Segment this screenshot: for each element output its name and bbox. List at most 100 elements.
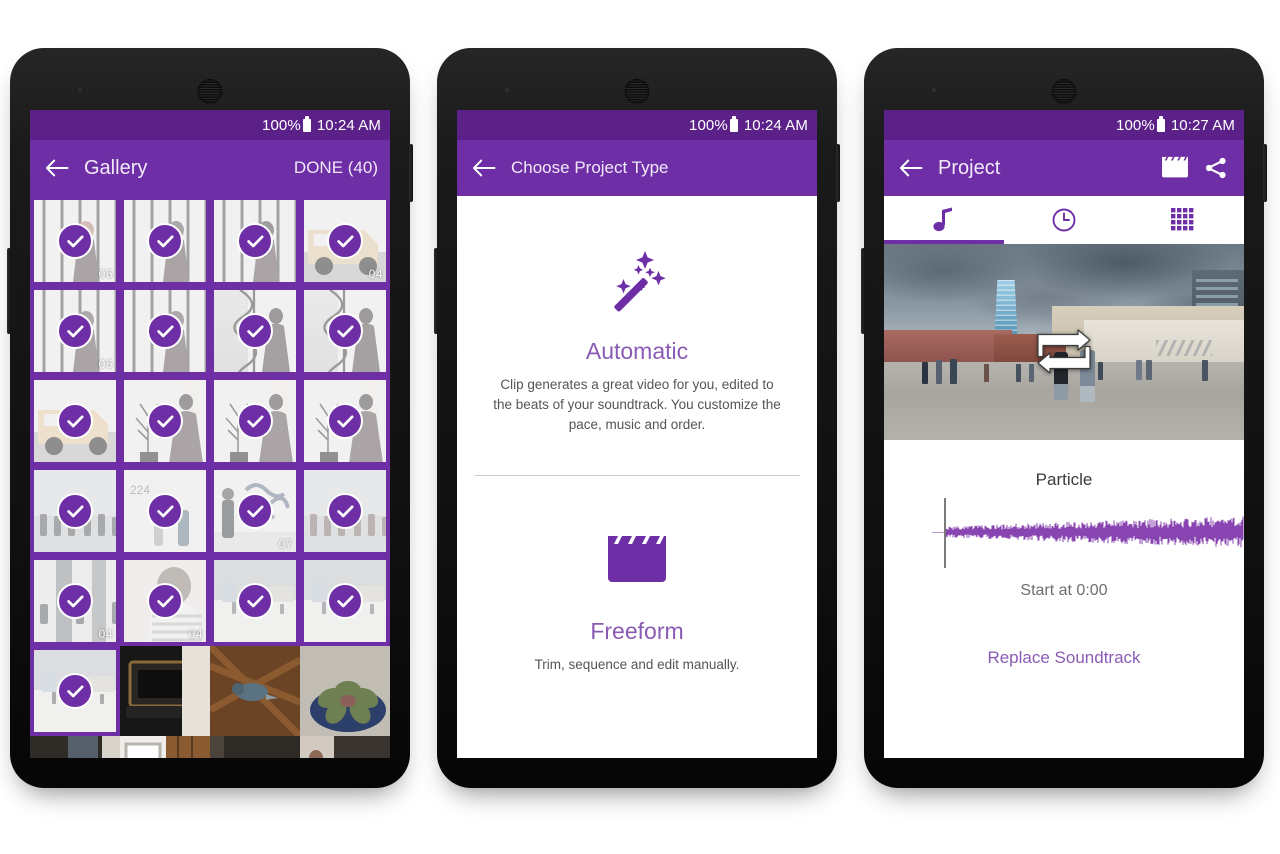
status-bar: 100% 10:27 AM (884, 110, 1244, 140)
gallery-thumbnail[interactable] (30, 646, 120, 736)
person-figure (984, 364, 989, 382)
power-button[interactable] (409, 144, 413, 202)
replace-soundtrack-button[interactable]: Replace Soundtrack (884, 648, 1244, 668)
clock-text: 10:27 AM (1170, 116, 1235, 134)
tab-timing[interactable] (1004, 196, 1124, 244)
person-figure-foreground (1054, 384, 1068, 400)
gallery-thumbnail[interactable]: 06 (30, 196, 120, 286)
screen-gallery: 100% 10:24 AM Gallery DONE (40) 06 04 06… (30, 110, 390, 758)
red-building (884, 330, 1012, 364)
selected-check-icon (147, 313, 183, 349)
gallery-thumbnail[interactable] (120, 196, 210, 286)
volume-button[interactable] (7, 248, 11, 334)
front-camera-icon (503, 86, 511, 94)
app-bar-project: Project (884, 140, 1244, 196)
status-bar: 100% 10:24 AM (457, 110, 817, 140)
gallery-thumbnail[interactable]: 04 (30, 556, 120, 646)
person-figure-foreground (1080, 386, 1095, 402)
start-time-label: Start at 0:00 (1020, 582, 1108, 599)
tab-clips[interactable] (1124, 196, 1244, 244)
gallery-thumbnail[interactable] (210, 196, 300, 286)
gallery-thumbnail[interactable] (300, 556, 390, 646)
battery-percent: 100% (689, 116, 728, 134)
project-type-options: Automatic Clip generates a great video f… (457, 196, 817, 758)
thumbnail-duration-badge: 04 (98, 627, 113, 641)
thumbnail-duration-badge: 06 (98, 357, 113, 371)
back-arrow-icon[interactable] (42, 153, 72, 183)
page-title: Gallery (84, 156, 148, 179)
tab-soundtrack[interactable] (884, 196, 1004, 244)
graffiti-marks (1156, 340, 1212, 356)
gallery-thumbnail[interactable] (300, 646, 390, 736)
selected-check-icon (57, 403, 93, 439)
selected-check-icon (327, 313, 363, 349)
gallery-thumbnail[interactable] (120, 736, 210, 758)
clapperboard-icon[interactable] (1158, 151, 1192, 185)
option-freeform[interactable]: Freeform Trim, sequence and edit manuall… (457, 520, 817, 675)
magic-wand-icon (457, 240, 817, 324)
thumbnail-duration-badge: 04 (188, 627, 203, 641)
waveform-graphic (944, 516, 1244, 548)
thumbnail-image (300, 646, 390, 736)
option-title: Automatic (585, 338, 689, 364)
thumbnail-image (30, 736, 120, 758)
gallery-thumbnail[interactable] (210, 556, 300, 646)
gallery-thumbnail[interactable] (30, 376, 120, 466)
thumbnail-image (210, 646, 300, 736)
front-camera-icon (930, 86, 938, 94)
thumbnail-duration-badge: 06 (98, 267, 113, 281)
phone-device-gallery: 100% 10:24 AM Gallery DONE (40) 06 04 06… (7, 48, 413, 788)
gallery-thumbnail[interactable]: 04 (120, 556, 210, 646)
option-automatic[interactable]: Automatic Clip generates a great video f… (457, 240, 817, 435)
svg-text:224: 224 (130, 483, 150, 497)
battery-full-icon (729, 116, 738, 132)
screenshot-stage: 100% 10:24 AM Gallery DONE (40) 06 04 06… (0, 0, 1280, 854)
gallery-thumbnail[interactable] (300, 286, 390, 376)
waveform-playhead[interactable] (944, 498, 946, 568)
page-title: Project (938, 156, 1001, 179)
gallery-thumbnail[interactable] (30, 466, 120, 556)
earpiece-speaker-icon (1051, 79, 1077, 104)
done-button[interactable]: DONE (40) (294, 158, 378, 178)
volume-button[interactable] (861, 248, 865, 334)
power-button[interactable] (836, 144, 840, 202)
video-preview[interactable] (884, 244, 1244, 440)
gallery-thumbnail[interactable] (210, 376, 300, 466)
earpiece-speaker-icon (197, 79, 223, 104)
back-arrow-icon[interactable] (896, 153, 926, 183)
gallery-thumbnail[interactable] (210, 286, 300, 376)
back-arrow-icon[interactable] (469, 153, 499, 183)
selected-check-icon (57, 493, 93, 529)
gallery-thumbnail[interactable] (120, 376, 210, 466)
share-icon[interactable] (1198, 151, 1232, 185)
person-figure (936, 360, 942, 384)
thumbnail-image (210, 736, 300, 758)
front-camera-icon (76, 86, 84, 94)
gallery-thumbnail[interactable] (120, 286, 210, 376)
gallery-thumbnail[interactable] (30, 736, 120, 758)
swap-arrows-icon[interactable] (1030, 328, 1098, 379)
gallery-thumbnail[interactable] (210, 736, 300, 758)
person-figure (1098, 362, 1103, 380)
soundtrack-waveform[interactable] (884, 496, 1244, 574)
thumbnail-duration-badge: 07 (278, 537, 293, 551)
clapperboard-icon (457, 520, 817, 604)
gallery-thumbnail[interactable] (210, 646, 300, 736)
selected-check-icon (147, 493, 183, 529)
selected-check-icon (57, 583, 93, 619)
power-button[interactable] (1263, 144, 1267, 202)
battery-percent: 100% (262, 116, 301, 134)
gallery-thumbnail[interactable] (300, 376, 390, 466)
gallery-thumbnail[interactable]: 04 (300, 196, 390, 286)
gallery-thumbnail[interactable]: 06 (30, 286, 120, 376)
gallery-thumbnail[interactable] (120, 646, 210, 736)
selected-check-icon (147, 583, 183, 619)
gallery-thumbnail[interactable] (300, 736, 390, 758)
volume-button[interactable] (434, 248, 438, 334)
gallery-thumbnail[interactable]: 07 (210, 466, 300, 556)
thumbnail-duration-badge: 04 (368, 267, 383, 281)
gallery-thumbnail[interactable] (300, 466, 390, 556)
selected-check-icon (237, 313, 273, 349)
gallery-thumbnail[interactable]: 224 (120, 466, 210, 556)
phone-device-project: 100% 10:27 AM Project Particle Start at … (861, 48, 1267, 788)
